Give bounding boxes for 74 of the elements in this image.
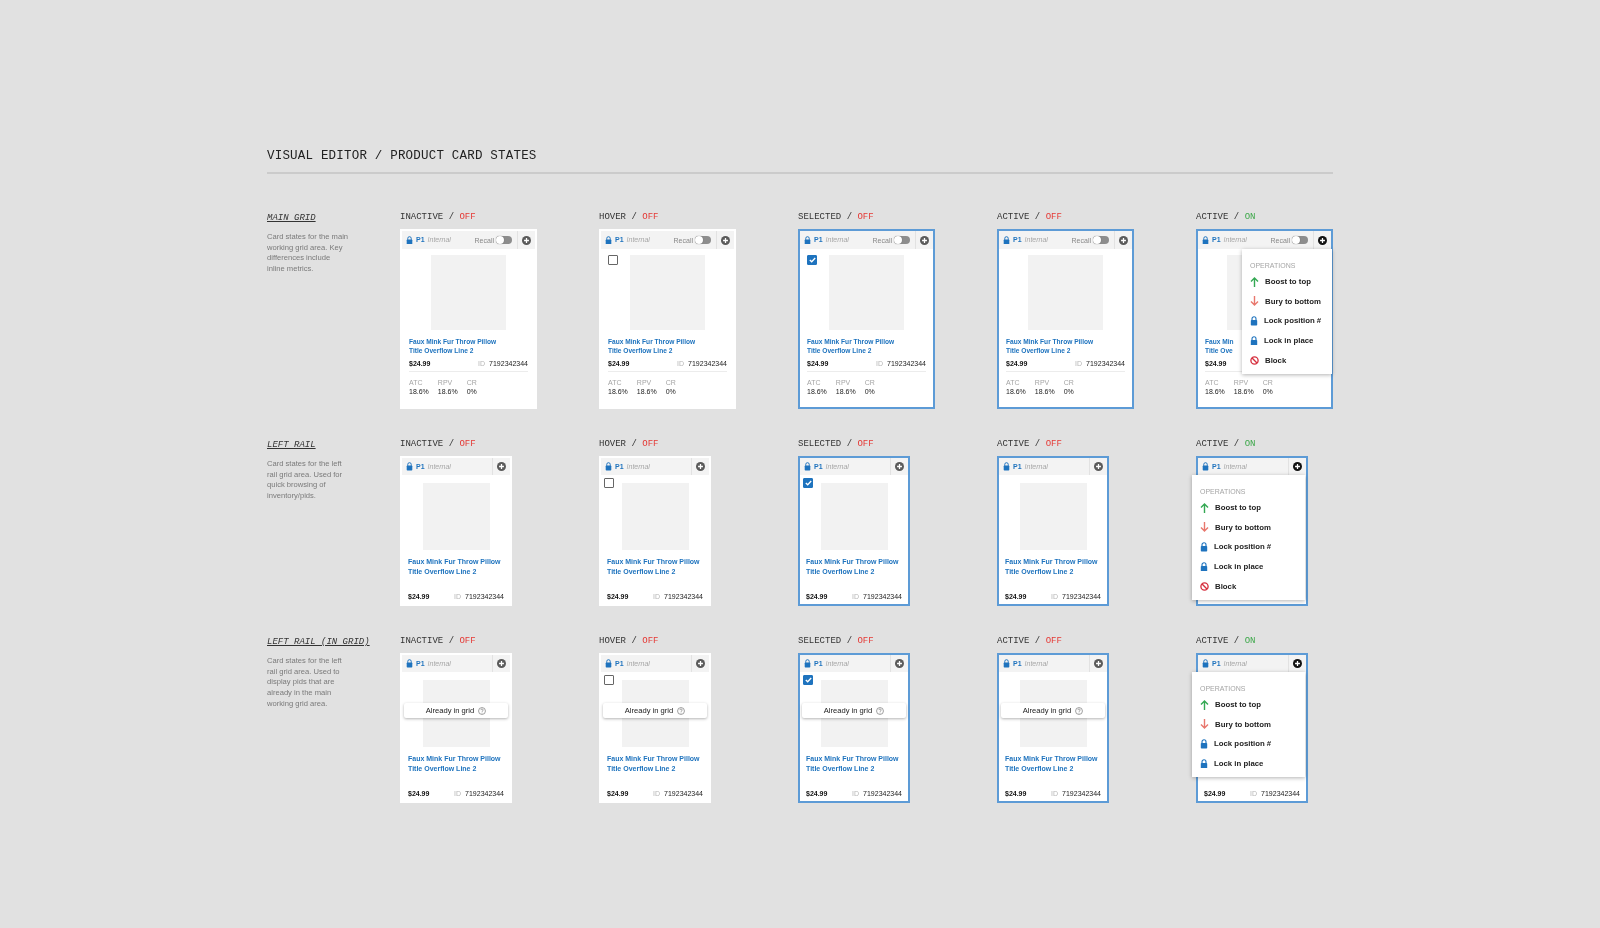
lock-icon	[1200, 758, 1208, 769]
lock-icon	[605, 462, 612, 471]
plus-icon	[920, 235, 929, 245]
plus-icon	[895, 659, 904, 668]
lock-icon	[1200, 739, 1208, 749]
recall-toggle[interactable]	[894, 236, 910, 244]
plus-icon	[696, 659, 705, 668]
lock-icon	[605, 235, 612, 245]
section-title: LEFT RAIL	[267, 440, 316, 450]
column-heading: ACTIVE / OFF	[997, 637, 1062, 646]
column-heading: INACTIVE / OFF	[400, 440, 476, 449]
plus-icon	[721, 235, 730, 245]
lock-icon	[1202, 659, 1209, 668]
recall-toggle[interactable]	[1093, 236, 1109, 244]
plus-icon	[1293, 462, 1302, 471]
column-heading: SELECTED / OFF	[798, 440, 874, 449]
select-checkbox[interactable]	[807, 255, 817, 265]
column-heading: SELECTED / OFF	[798, 637, 874, 646]
column-heading: ACTIVE / ON	[1196, 637, 1256, 646]
plus-icon	[1094, 659, 1103, 668]
plus-icon	[1318, 235, 1327, 245]
lock-icon	[1250, 316, 1258, 326]
lock-icon	[1003, 235, 1010, 245]
column-heading: INACTIVE / OFF	[400, 637, 476, 646]
plus-icon	[1293, 659, 1302, 668]
lock-icon	[406, 235, 413, 245]
recall-toggle[interactable]	[496, 236, 512, 244]
column-heading: ACTIVE / OFF	[997, 213, 1062, 222]
plus-icon	[522, 235, 531, 245]
column-heading: ACTIVE / OFF	[997, 440, 1062, 449]
select-checkbox[interactable]	[803, 478, 813, 488]
arrow-down-icon	[1250, 296, 1259, 307]
arrow-up-icon	[1200, 699, 1209, 710]
column-heading: ACTIVE / ON	[1196, 213, 1256, 222]
lock-icon	[804, 235, 811, 245]
column-heading: SELECTED / OFF	[798, 213, 874, 222]
plus-icon	[1094, 462, 1103, 471]
plus-icon	[696, 462, 705, 471]
lock-icon	[1202, 462, 1209, 471]
column-heading: HOVER / OFF	[599, 440, 659, 449]
block-icon	[1200, 581, 1209, 591]
column-heading: HOVER / OFF	[599, 213, 659, 222]
column-heading: INACTIVE / OFF	[400, 213, 476, 222]
plus-icon	[497, 462, 506, 471]
lock-icon	[804, 462, 811, 471]
lock-icon	[1200, 542, 1208, 552]
select-checkbox[interactable]	[608, 255, 618, 265]
arrow-down-icon	[1200, 522, 1209, 533]
lock-icon	[1200, 561, 1208, 572]
arrow-up-icon	[1200, 502, 1209, 513]
plus-icon	[895, 462, 904, 471]
lock-icon	[1003, 462, 1010, 471]
section-title: LEFT RAIL (IN GRID)	[267, 637, 370, 647]
lock-icon	[1250, 335, 1258, 346]
recall-toggle[interactable]	[1292, 236, 1308, 244]
lock-icon	[406, 462, 413, 471]
plus-icon	[497, 659, 506, 668]
lock-icon	[1003, 659, 1010, 668]
lock-icon	[406, 659, 413, 668]
select-checkbox[interactable]	[803, 675, 813, 685]
column-heading: ACTIVE / ON	[1196, 440, 1256, 449]
lock-icon	[1202, 235, 1209, 245]
select-checkbox[interactable]	[604, 675, 614, 685]
lock-icon	[605, 659, 612, 668]
column-heading: HOVER / OFF	[599, 637, 659, 646]
page-title: VISUAL EDITOR / PRODUCT CARD STATES	[267, 149, 537, 163]
arrow-down-icon	[1200, 719, 1209, 730]
block-icon	[1250, 355, 1259, 365]
plus-icon	[1119, 235, 1128, 245]
lock-icon	[804, 659, 811, 668]
select-checkbox[interactable]	[604, 478, 614, 488]
section-title: MAIN GRID	[267, 213, 316, 223]
arrow-up-icon	[1250, 276, 1259, 287]
recall-toggle[interactable]	[695, 236, 711, 244]
